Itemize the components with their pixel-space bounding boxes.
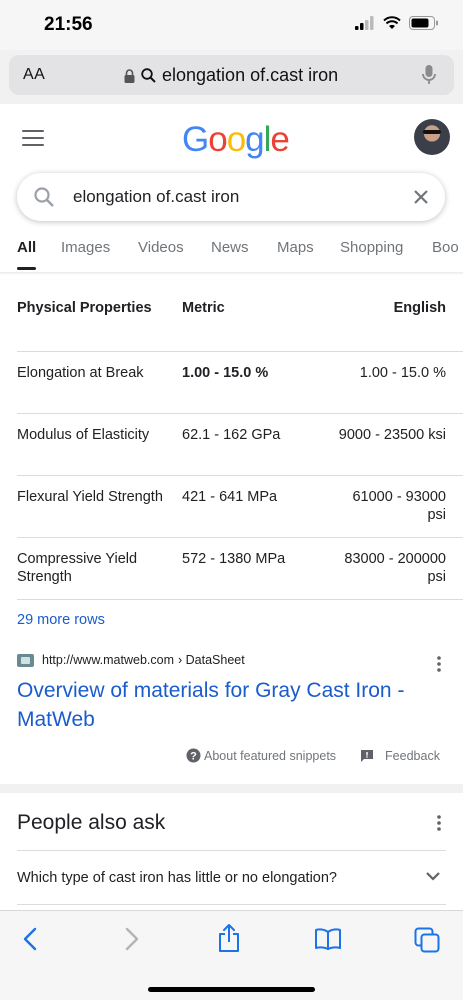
- table-cell: 421 - 641 MPa: [182, 475, 337, 538]
- search-input[interactable]: elongation of.cast iron: [17, 173, 445, 221]
- about-snippets-label: About featured snippets: [204, 748, 337, 763]
- lock-icon: [124, 68, 135, 83]
- result-url: http://www.matweb.com: [42, 653, 174, 667]
- battery-icon: [409, 16, 438, 30]
- logo-letter: o: [226, 120, 246, 159]
- table-cell: 1.00 - 15.0 %: [337, 351, 463, 414]
- search-icon: [141, 68, 156, 83]
- status-bar: 21:56: [0, 0, 463, 50]
- tab-all[interactable]: All: [17, 239, 36, 256]
- search-icon: [34, 187, 54, 207]
- tab-videos[interactable]: Videos: [138, 239, 184, 256]
- google-logo[interactable]: Google: [182, 120, 290, 160]
- table-cell: 1.00 - 15.0 %: [182, 351, 337, 414]
- result-title-link[interactable]: Overview of materials for Gray Cast Iron…: [17, 676, 447, 734]
- table-cell: 62.1 - 162 GPa: [182, 413, 337, 476]
- result-breadcrumb: › DataSheet: [178, 653, 245, 667]
- about-snippets-button[interactable]: ? About featured snippets: [186, 748, 336, 763]
- tab-books[interactable]: Boo: [432, 239, 459, 256]
- feedback-icon: [361, 749, 374, 762]
- status-icons: [355, 16, 439, 30]
- tabs-icon[interactable]: [414, 927, 440, 953]
- tab-shopping[interactable]: Shopping: [340, 239, 403, 256]
- aa-label: AA: [23, 66, 46, 83]
- logo-letter: o: [208, 120, 227, 159]
- wifi-icon: [383, 16, 401, 29]
- properties-table: Physical Properties Metric English Elong…: [17, 287, 463, 600]
- back-icon[interactable]: [22, 927, 38, 951]
- microphone-icon[interactable]: [422, 64, 436, 86]
- feedback-label: Feedback: [385, 748, 440, 763]
- table-row: Elongation at Break 1.00 - 15.0 % 1.00 -…: [17, 351, 463, 414]
- more-options-icon[interactable]: [437, 656, 441, 672]
- column-header: English: [337, 287, 463, 352]
- address-bar[interactable]: AA elongation of.cast iron: [9, 55, 454, 95]
- paa-title: People also ask: [17, 811, 166, 834]
- table-cell: 572 - 1380 MPa: [182, 537, 337, 600]
- logo-letter: e: [270, 120, 289, 159]
- help-icon: ?: [186, 748, 201, 763]
- snippet-footer: ? About featured snippets Feedback: [186, 748, 440, 763]
- chevron-down-icon[interactable]: [425, 871, 441, 881]
- divider: [17, 850, 446, 851]
- table-cell: 61000 - 93000 psi: [337, 475, 463, 538]
- tab-images[interactable]: Images: [61, 239, 110, 256]
- bookmarks-icon[interactable]: [314, 927, 342, 951]
- table-cell: 83000 - 200000 psi: [337, 537, 463, 600]
- search-query: elongation of.cast iron: [73, 187, 240, 206]
- site-favicon-icon: [17, 653, 34, 667]
- more-options-icon[interactable]: [437, 815, 441, 831]
- table-header-row: Physical Properties Metric English: [17, 287, 463, 352]
- more-rows-link[interactable]: 29 more rows: [17, 612, 105, 628]
- table-cell: Modulus of Elasticity: [17, 413, 182, 476]
- search-results-page: Google elongation of.cast iron All Image…: [0, 104, 463, 784]
- address-text[interactable]: elongation of.cast iron: [124, 65, 338, 86]
- divider: [17, 904, 446, 905]
- close-icon[interactable]: [410, 186, 432, 208]
- forward-icon[interactable]: [124, 927, 140, 951]
- share-icon[interactable]: [217, 923, 241, 953]
- feedback-button[interactable]: Feedback: [360, 749, 440, 763]
- table-cell: Compressive Yield Strength: [17, 537, 182, 600]
- people-also-ask: People also ask Which type of cast iron …: [0, 793, 463, 913]
- logo-letter: g: [245, 120, 264, 159]
- signal-icon: [355, 16, 374, 30]
- reader-aa-button[interactable]: AA: [23, 66, 45, 84]
- column-header: Metric: [182, 287, 337, 352]
- svg-text:?: ?: [190, 751, 197, 763]
- home-indicator: [148, 987, 315, 992]
- table-row: Flexural Yield Strength 421 - 641 MPa 61…: [17, 475, 463, 538]
- browser-toolbar: [0, 910, 463, 1000]
- table-row: Compressive Yield Strength 572 - 1380 MP…: [17, 537, 463, 600]
- tabs-divider: [0, 272, 463, 275]
- paa-question[interactable]: Which type of cast iron has little or no…: [17, 870, 337, 886]
- search-tabs: All Images Videos News Maps Shopping Boo: [0, 235, 463, 273]
- logo-letter: G: [182, 120, 209, 159]
- status-time: 21:56: [44, 14, 93, 35]
- avatar[interactable]: [414, 119, 450, 155]
- table-row: Modulus of Elasticity 62.1 - 162 GPa 900…: [17, 413, 463, 476]
- tab-news[interactable]: News: [211, 239, 249, 256]
- tab-maps[interactable]: Maps: [277, 239, 314, 256]
- address-query: elongation of.cast iron: [162, 65, 339, 85]
- table-cell: 9000 - 23500 ksi: [337, 413, 463, 476]
- active-tab-indicator: [17, 267, 36, 270]
- menu-icon[interactable]: [22, 130, 44, 151]
- table-cell: Elongation at Break: [17, 351, 182, 414]
- column-header: Physical Properties: [17, 287, 182, 352]
- result-source[interactable]: http://www.matweb.com › DataSheet: [17, 653, 245, 667]
- table-cell: Flexural Yield Strength: [17, 475, 182, 538]
